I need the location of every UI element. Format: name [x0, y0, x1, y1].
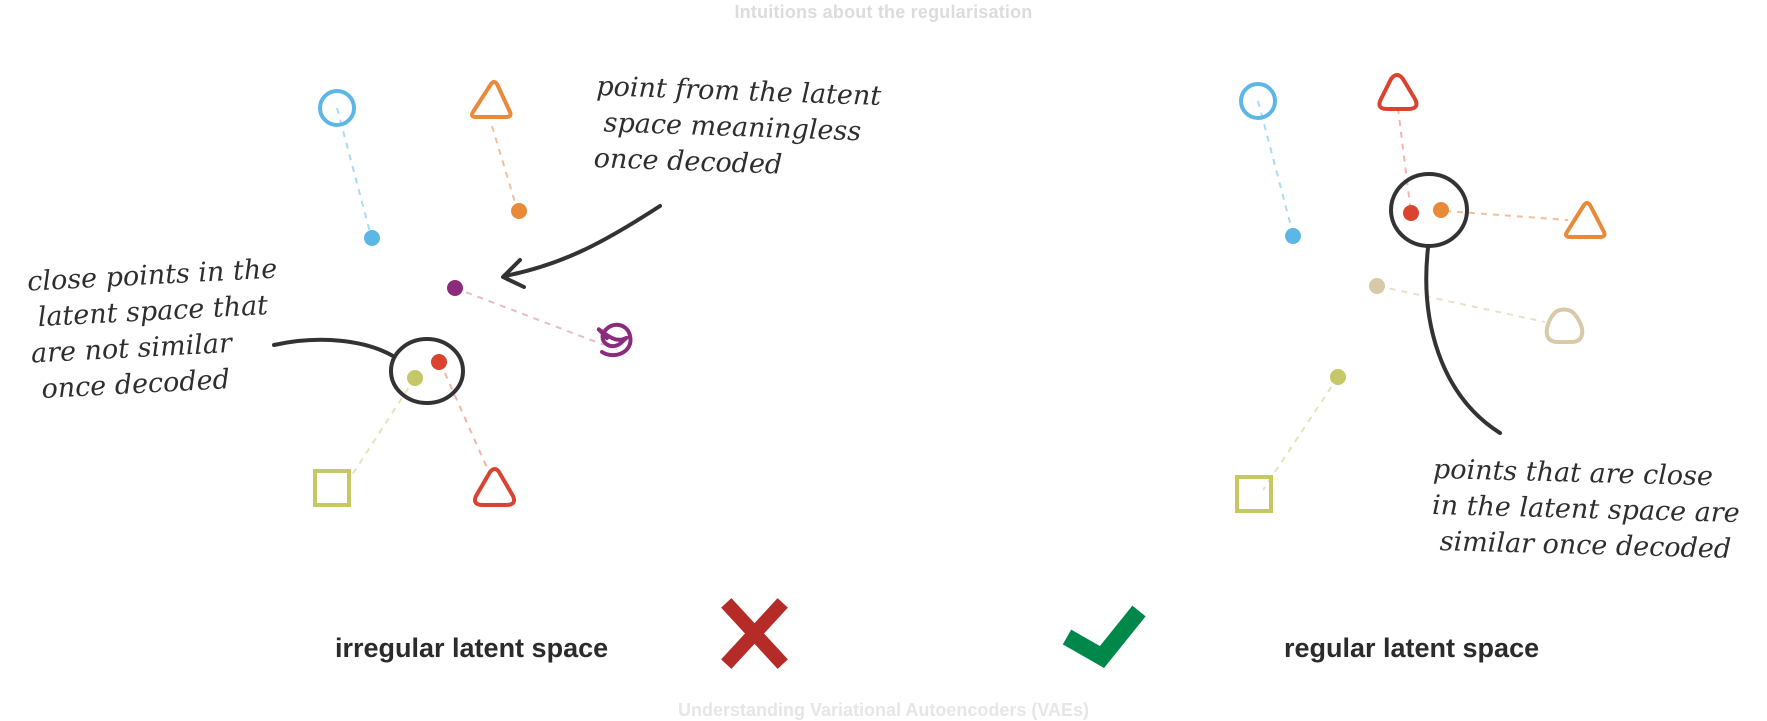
link-purple-left	[454, 287, 605, 346]
latent-point-red	[431, 354, 447, 370]
latent-point-blue-right	[1285, 228, 1301, 244]
latent-point-yellow-green	[407, 370, 423, 386]
regular-latent-space-label: regular latent space	[1284, 633, 1540, 663]
latent-point-red-right	[1403, 205, 1419, 221]
cross-mark	[721, 598, 788, 669]
leader-line-left	[272, 337, 395, 358]
pointer-arrow	[503, 204, 662, 278]
latent-point-yellow-green-right	[1330, 369, 1346, 385]
leader-line-right	[1424, 246, 1502, 435]
footer-faint: Understanding Variational Autoencoders (…	[677, 700, 1090, 720]
square-shape-yellow-green-right	[1235, 475, 1273, 513]
link-orange-left	[491, 125, 518, 210]
latent-point-blue	[364, 230, 380, 246]
annotation-close-similar: points that are close in the latent spac…	[1430, 453, 1741, 565]
latent-point-purple	[447, 280, 463, 296]
link-red-right	[1397, 107, 1411, 206]
latent-point-beige	[1369, 278, 1385, 294]
check-mark	[1062, 605, 1146, 668]
annotation-meaningless-point: point from the latent space meaningless …	[593, 71, 882, 181]
annotation-close-not-similar: close points in the latent space that ar…	[26, 253, 278, 406]
latent-point-orange-right	[1433, 202, 1449, 218]
highlight-circle-left	[389, 337, 465, 405]
link-orange-right	[1444, 210, 1569, 221]
link-beige-right	[1377, 285, 1546, 323]
triangle-shape-red	[472, 467, 517, 507]
latent-point-orange	[511, 203, 527, 219]
link-yellow-left	[349, 377, 416, 479]
link-blue-right	[1257, 100, 1294, 235]
highlight-circle-right	[1389, 172, 1469, 248]
link-blue-left	[336, 107, 372, 237]
link-yellow-right	[1262, 376, 1339, 491]
triangle-shape-red-right	[1377, 73, 1419, 111]
regular-panel	[1235, 73, 1607, 513]
triangle-shape-orange-right	[1564, 201, 1607, 239]
rounded-triangle-shape-beige	[1544, 307, 1585, 344]
triangle-shape-orange	[470, 80, 513, 119]
square-shape-yellow-green	[313, 469, 351, 507]
squiggle-shape-purple	[596, 322, 633, 358]
irregular-latent-space-label: irregular latent space	[335, 633, 609, 663]
regularisation-diagram: Intuitions about the regularisation poin…	[0, 0, 1767, 720]
